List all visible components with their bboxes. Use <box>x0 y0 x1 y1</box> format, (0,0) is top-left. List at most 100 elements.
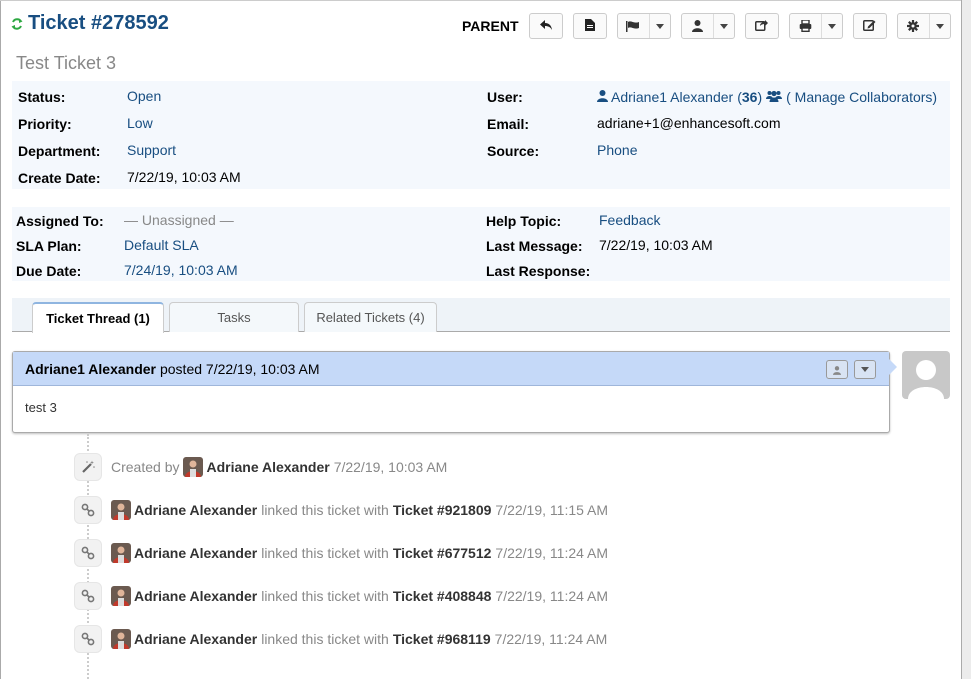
tab-tasks[interactable]: Tasks <box>169 302 299 332</box>
last-response-label: Last Response: <box>486 263 591 279</box>
user-avatar <box>183 457 204 477</box>
action-toolbar: PARENT <box>462 13 961 39</box>
event-prefix: Created by <box>111 459 180 475</box>
gear-icon <box>898 14 930 38</box>
collaborators-icon <box>766 89 783 105</box>
link-icon <box>74 625 102 653</box>
user-icon <box>597 89 608 105</box>
flag-icon <box>618 14 650 38</box>
event-action: linked this ticket with <box>261 502 389 518</box>
message-body: test 3 <box>25 400 57 415</box>
poster-avatar <box>902 351 950 399</box>
tab-bar: Ticket Thread (1) Tasks Related Tickets … <box>12 298 950 333</box>
event-action: linked this ticket with <box>261 545 389 561</box>
event-time: 7/22/19, 11:15 AM <box>495 502 609 518</box>
user-label: User: <box>487 89 523 105</box>
user-ticket-count[interactable]: 36 <box>742 89 758 105</box>
source-value[interactable]: Phone <box>597 142 637 158</box>
linked-ticket[interactable]: Ticket #408848 <box>393 588 492 604</box>
linked-ticket[interactable]: Ticket #677512 <box>393 545 492 561</box>
window-border-top <box>0 0 961 1</box>
due-date-value[interactable]: 7/24/19, 10:03 AM <box>124 262 238 278</box>
user-avatar <box>111 500 131 520</box>
window-border <box>0 0 1 679</box>
event-action: linked this ticket with <box>261 631 389 647</box>
message-user-button[interactable] <box>826 360 848 379</box>
scrollbar-track[interactable] <box>961 0 971 679</box>
event-time: 7/22/19, 11:24 AM <box>494 631 608 647</box>
chevron-down-icon <box>930 14 950 38</box>
last-message-value: 7/22/19, 10:03 AM <box>599 237 713 253</box>
ticket-subject: Test Ticket 3 <box>16 53 117 73</box>
assigned-to-value[interactable]: — Unassigned — <box>124 212 234 228</box>
user-value: Adriane1 Alexander (36) ( Manage Collabo… <box>597 89 937 105</box>
timeline-event-created: Created by Adriane Alexander 7/22/19, 10… <box>74 452 447 482</box>
refresh-icon[interactable] <box>10 17 24 31</box>
reply-button[interactable] <box>528 13 563 39</box>
magic-wand-icon <box>74 453 102 481</box>
user-ticket-count-close: ) <box>757 89 763 105</box>
chevron-down-icon <box>714 14 734 38</box>
message-options-button[interactable] <box>854 360 876 379</box>
user-avatar <box>111 586 131 606</box>
help-topic-label: Help Topic: <box>486 213 562 229</box>
timeline-event-linked: Adriane Alexander linked this ticket wit… <box>74 624 607 654</box>
tab-ticket-thread[interactable]: Ticket Thread (1) <box>32 302 164 333</box>
event-user[interactable]: Adriane Alexander <box>134 588 257 604</box>
event-user[interactable]: Adriane Alexander <box>134 631 257 647</box>
share-icon <box>755 18 769 34</box>
help-topic-value[interactable]: Feedback <box>599 212 660 228</box>
priority-label: Priority: <box>18 116 72 132</box>
timeline-event-linked: Adriane Alexander linked this ticket wit… <box>74 581 608 611</box>
more-dropdown-button[interactable] <box>896 13 951 39</box>
transfer-button[interactable] <box>744 13 779 39</box>
chevron-down-icon <box>822 14 842 38</box>
print-icon <box>790 14 822 38</box>
thread-message: Adriane1 Alexander posted 7/22/19, 10:03… <box>12 351 890 433</box>
due-date-label: Due Date: <box>16 263 82 279</box>
create-date-value: 7/22/19, 10:03 AM <box>127 169 241 185</box>
user-icon <box>682 14 714 38</box>
print-dropdown-button[interactable] <box>788 13 843 39</box>
timeline-event-linked: Adriane Alexander linked this ticket wit… <box>74 495 608 525</box>
department-value[interactable]: Support <box>127 142 176 158</box>
message-author: Adriane1 Alexander <box>25 360 156 377</box>
sla-plan-value[interactable]: Default SLA <box>124 237 199 253</box>
event-time: 7/22/19, 11:24 AM <box>495 545 609 561</box>
user-icon <box>833 362 841 378</box>
status-value[interactable]: Open <box>127 88 161 104</box>
link-icon <box>74 539 102 567</box>
chevron-down-icon <box>861 367 869 372</box>
assigned-to-label: Assigned To: <box>16 213 104 229</box>
edit-button[interactable] <box>852 13 887 39</box>
manage-collaborators-link[interactable]: ( Manage Collaborators) <box>786 89 937 105</box>
source-label: Source: <box>487 143 540 159</box>
user-name-link[interactable]: Adriane1 Alexander <box>611 89 733 105</box>
assign-dropdown-button[interactable] <box>680 13 735 39</box>
linked-ticket[interactable]: Ticket #921809 <box>393 502 492 518</box>
edit-icon <box>863 18 876 34</box>
event-time: 7/22/19, 10:03 AM <box>333 459 448 475</box>
event-time: 7/22/19, 11:24 AM <box>495 588 609 604</box>
parent-label: PARENT <box>462 18 519 34</box>
create-date-label: Create Date: <box>18 170 101 186</box>
user-avatar <box>111 543 131 563</box>
linked-ticket[interactable]: Ticket #968119 <box>393 631 491 647</box>
tab-related-tickets[interactable]: Related Tickets (4) <box>304 302 437 332</box>
link-icon <box>74 496 102 524</box>
view-pdf-button[interactable] <box>572 13 607 39</box>
event-user[interactable]: Adriane Alexander <box>134 545 257 561</box>
file-icon <box>584 18 595 34</box>
email-value: adriane+1@enhancesoft.com <box>597 115 781 131</box>
priority-value[interactable]: Low <box>127 115 153 131</box>
status-dropdown-button[interactable] <box>616 13 671 39</box>
message-posted-time: posted 7/22/19, 10:03 AM <box>159 360 320 377</box>
ticket-title[interactable]: Ticket #278592 <box>28 12 169 35</box>
event-user[interactable]: Adriane Alexander <box>206 459 329 475</box>
event-user[interactable]: Adriane Alexander <box>134 502 257 518</box>
department-label: Department: <box>18 143 101 159</box>
thread-message-header: Adriane1 Alexander posted 7/22/19, 10:03… <box>13 352 889 386</box>
sla-plan-label: SLA Plan: <box>16 238 82 254</box>
reply-icon <box>539 18 553 34</box>
chevron-down-icon <box>650 14 670 38</box>
